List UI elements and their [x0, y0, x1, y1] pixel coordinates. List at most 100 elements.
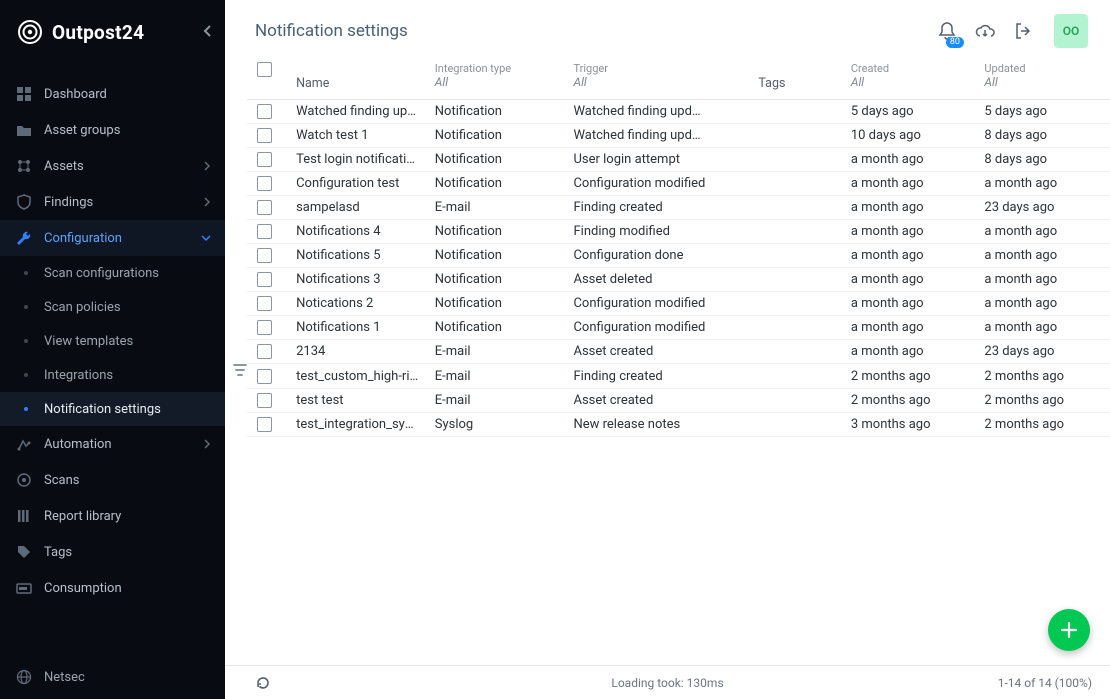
- cell-updated: 8 days ago: [976, 147, 1110, 171]
- cell-created: a month ago: [843, 340, 977, 364]
- cell-created: a month ago: [843, 292, 977, 316]
- sidebar-item-label: Automation: [44, 437, 112, 452]
- table-row[interactable]: sampelasdE-mailFinding createda month ag…: [247, 196, 1110, 220]
- col-header-updated[interactable]: UpdatedAll: [976, 56, 1110, 99]
- row-checkbox[interactable]: [257, 369, 272, 384]
- cell-updated: a month ago: [976, 316, 1110, 340]
- cell-type: Notification: [427, 316, 566, 340]
- table-row[interactable]: 2134E-mailAsset createda month ago23 day…: [247, 340, 1110, 364]
- table-row[interactable]: Notifications 1NotificationConfiguration…: [247, 316, 1110, 340]
- select-all-checkbox[interactable]: [257, 62, 272, 77]
- table-row[interactable]: Notifications 5NotificationConfiguration…: [247, 244, 1110, 268]
- col-header-tags[interactable]: Tags: [750, 56, 842, 99]
- col-header-created[interactable]: CreatedAll: [843, 56, 977, 99]
- row-checkbox[interactable]: [257, 248, 272, 263]
- table-row[interactable]: Configuration testNotificationConfigurat…: [247, 171, 1110, 195]
- cell-updated: 8 days ago: [976, 123, 1110, 147]
- table-row[interactable]: Notifications 4NotificationFinding modif…: [247, 220, 1110, 244]
- col-header-name[interactable]: Name: [288, 56, 427, 99]
- cell-trigger: Finding modified: [565, 220, 750, 244]
- cell-updated: a month ago: [976, 220, 1110, 244]
- status-bar: Loading took: 130ms 1-14 of 14 (100%): [225, 665, 1110, 699]
- cell-trigger: Watched finding upd…: [565, 123, 750, 147]
- header: Notification settings 80 OO: [225, 0, 1110, 56]
- sidebar-item-dashboard[interactable]: Dashboard: [0, 76, 225, 112]
- sidebar-footer[interactable]: Netsec: [0, 659, 225, 699]
- chevron-down-icon: [201, 234, 211, 242]
- sidebar-item-asset-groups[interactable]: Asset groups: [0, 112, 225, 148]
- cell-name: Notifications 4: [288, 220, 427, 244]
- sidebar-item-scans[interactable]: Scans: [0, 462, 225, 498]
- cell-created: a month ago: [843, 220, 977, 244]
- nav: Dashboard Asset groups Assets Findings C…: [0, 68, 225, 659]
- sidebar-sub-scan-policies[interactable]: Scan policies: [0, 290, 225, 324]
- table-row[interactable]: test_integration_sysl…SyslogNew release …: [247, 412, 1110, 436]
- sidebar-item-tags[interactable]: Tags: [0, 534, 225, 570]
- cell-tags: [750, 292, 842, 316]
- globe-icon: [14, 669, 34, 685]
- table: Name Integration typeAll TriggerAll Tags…: [225, 56, 1110, 665]
- row-checkbox[interactable]: [257, 393, 272, 408]
- sidebar-sub-scan-configurations[interactable]: Scan configurations: [0, 256, 225, 290]
- cell-created: a month ago: [843, 196, 977, 220]
- sidebar-item-configuration[interactable]: Configuration: [0, 220, 225, 256]
- cell-tags: [750, 123, 842, 147]
- sidebar-item-label: Consumption: [44, 581, 122, 596]
- wrench-icon: [14, 230, 34, 246]
- row-checkbox[interactable]: [257, 200, 272, 215]
- cell-trigger: Watched finding upd…: [565, 99, 750, 123]
- cell-updated: a month ago: [976, 244, 1110, 268]
- cell-name: Test login notification: [288, 147, 427, 171]
- cell-tags: [750, 364, 842, 388]
- cell-updated: 23 days ago: [976, 196, 1110, 220]
- sidebar-sub-integrations[interactable]: Integrations: [0, 358, 225, 392]
- logout-button[interactable]: [1006, 14, 1040, 48]
- row-checkbox[interactable]: [257, 104, 272, 119]
- row-checkbox[interactable]: [257, 344, 272, 359]
- cell-trigger: Configuration modified: [565, 316, 750, 340]
- sidebar-item-findings[interactable]: Findings: [0, 184, 225, 220]
- table-row[interactable]: test testE-mailAsset created2 months ago…: [247, 388, 1110, 412]
- library-icon: [14, 508, 34, 524]
- row-checkbox[interactable]: [257, 128, 272, 143]
- chevron-right-icon: [203, 439, 211, 449]
- cloud-download-button[interactable]: [968, 14, 1002, 48]
- sidebar-sub-label: Scan policies: [44, 300, 121, 315]
- row-checkbox[interactable]: [257, 417, 272, 432]
- cell-tags: [750, 220, 842, 244]
- col-header-integration[interactable]: Integration typeAll: [427, 56, 566, 99]
- sidebar-footer-label: Netsec: [44, 670, 85, 685]
- cell-type: Notification: [427, 171, 566, 195]
- row-checkbox[interactable]: [257, 296, 272, 311]
- sidebar-item-label: Dashboard: [44, 87, 107, 102]
- sidebar-sub-view-templates[interactable]: View templates: [0, 324, 225, 358]
- refresh-button[interactable]: [255, 675, 271, 691]
- sidebar-item-consumption[interactable]: Consumption: [0, 570, 225, 606]
- row-checkbox[interactable]: [257, 224, 272, 239]
- add-button[interactable]: [1048, 609, 1090, 651]
- sidebar-sub-notification-settings[interactable]: Notification settings: [0, 392, 225, 426]
- chevron-right-icon: [203, 197, 211, 207]
- table-row[interactable]: Notications 2NotificationConfiguration m…: [247, 292, 1110, 316]
- row-checkbox[interactable]: [257, 320, 272, 335]
- avatar[interactable]: OO: [1054, 14, 1088, 48]
- sidebar-item-assets[interactable]: Assets: [0, 148, 225, 184]
- table-row[interactable]: test_custom_high-riskE-mailFinding creat…: [247, 364, 1110, 388]
- notifications-button[interactable]: 80: [930, 14, 964, 48]
- table-row[interactable]: Watched finding upd…NotificationWatched …: [247, 99, 1110, 123]
- table-row[interactable]: Watch test 1NotificationWatched finding …: [247, 123, 1110, 147]
- row-checkbox[interactable]: [257, 176, 272, 191]
- col-header-trigger[interactable]: TriggerAll: [565, 56, 750, 99]
- cell-type: E-mail: [427, 364, 566, 388]
- cell-name: 2134: [288, 340, 427, 364]
- sidebar-item-report-library[interactable]: Report library: [0, 498, 225, 534]
- cell-name: Notifications 3: [288, 268, 427, 292]
- collapse-sidebar-button[interactable]: [203, 24, 213, 38]
- cell-trigger: Asset deleted: [565, 268, 750, 292]
- row-checkbox[interactable]: [257, 272, 272, 287]
- table-row[interactable]: Notifications 3NotificationAsset deleted…: [247, 268, 1110, 292]
- row-checkbox[interactable]: [257, 152, 272, 167]
- table-row[interactable]: Test login notificationNotificationUser …: [247, 147, 1110, 171]
- sidebar-item-automation[interactable]: Automation: [0, 426, 225, 462]
- cell-trigger: Configuration done: [565, 244, 750, 268]
